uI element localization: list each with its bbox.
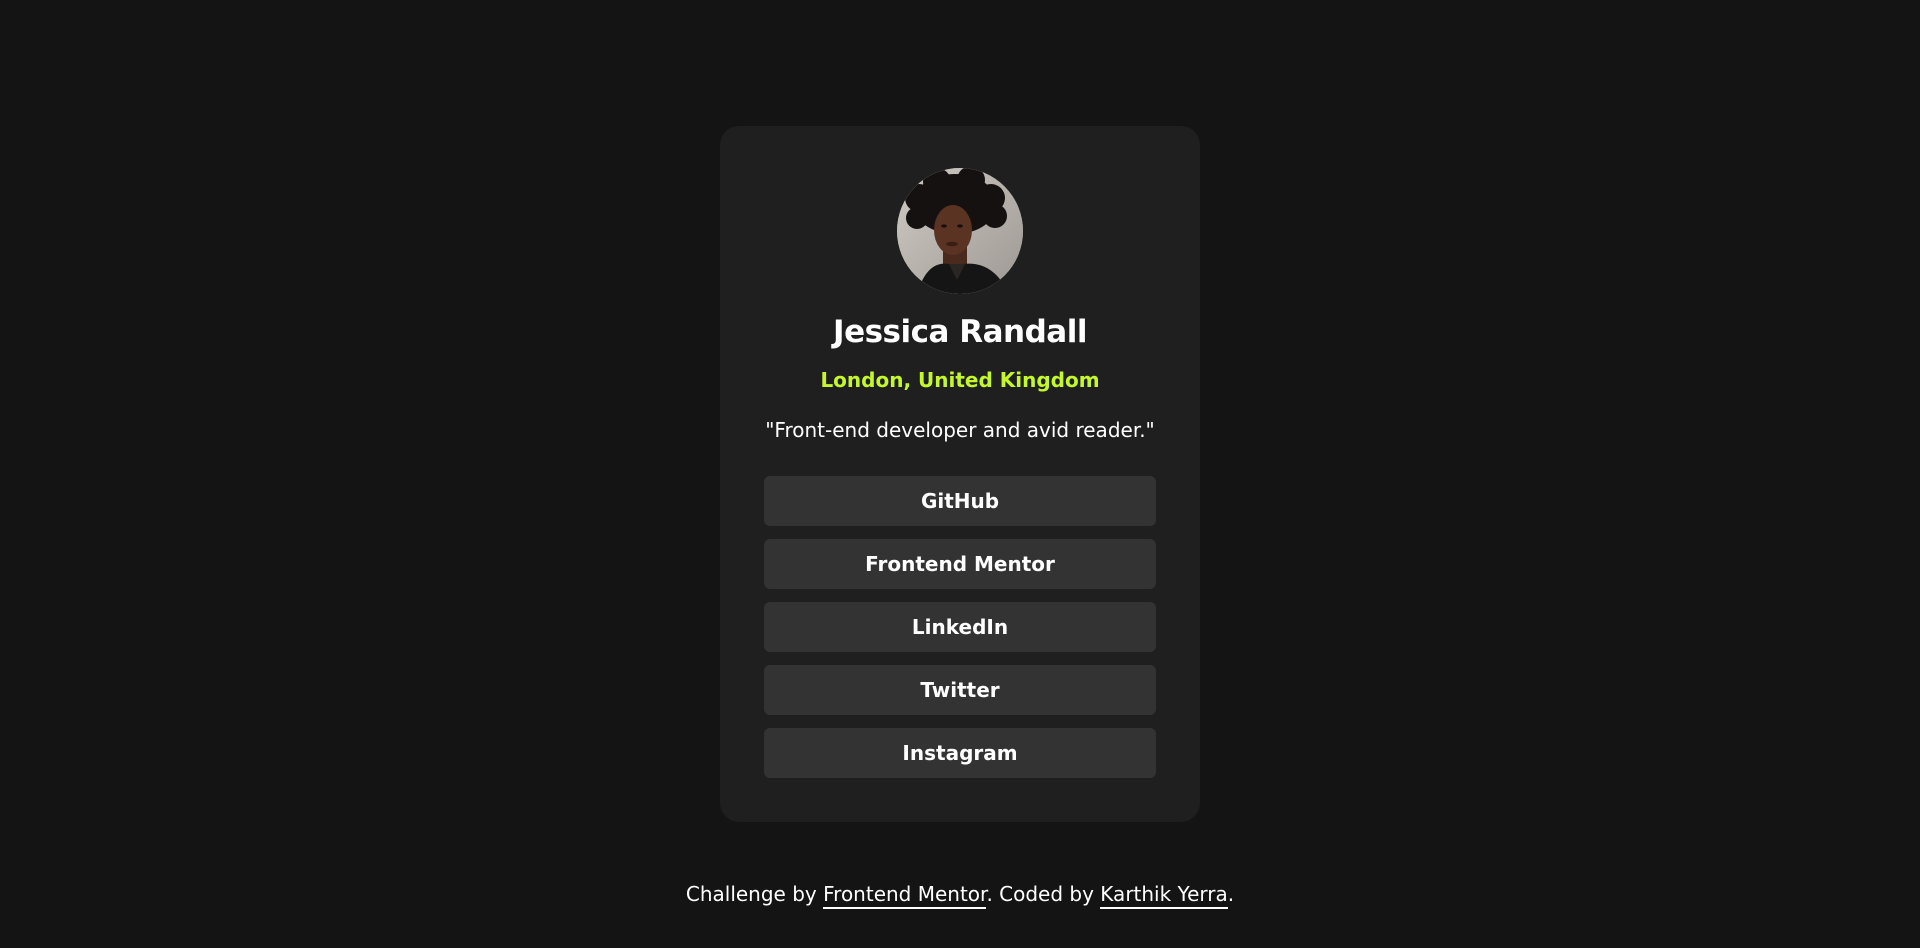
frontend-mentor-footer-link[interactable]: Frontend Mentor [823,882,987,909]
link-item-github: GitHub [764,476,1156,526]
attribution-footer: Challenge by Frontend Mentor. Coded by K… [0,880,1920,909]
profile-location: London, United Kingdom [820,368,1100,392]
frontend-mentor-link-button[interactable]: Frontend Mentor [764,539,1156,589]
social-links-list: GitHub Frontend Mentor LinkedIn Twitter … [764,476,1156,791]
author-footer-link[interactable]: Karthik Yerra [1100,882,1228,909]
link-item-frontend-mentor: Frontend Mentor [764,539,1156,589]
footer-prefix-text: Challenge by [685,882,824,906]
page: Jessica Randall London, United Kingdom "… [0,0,1920,948]
profile-card: Jessica Randall London, United Kingdom "… [720,126,1200,822]
instagram-link-button[interactable]: Instagram [764,728,1156,778]
linkedin-link-button[interactable]: LinkedIn [764,602,1156,652]
profile-name: Jessica Randall [833,314,1087,350]
profile-bio: "Front-end developer and avid reader." [765,418,1155,442]
footer-middle-text: . Coded by [986,882,1101,906]
avatar-photo-icon [897,168,1023,294]
twitter-link-button[interactable]: Twitter [764,665,1156,715]
link-item-instagram: Instagram [764,728,1156,778]
github-link-button[interactable]: GitHub [764,476,1156,526]
link-item-twitter: Twitter [764,665,1156,715]
footer-suffix-text: . [1227,882,1235,906]
link-item-linkedin: LinkedIn [764,602,1156,652]
avatar [897,168,1023,294]
